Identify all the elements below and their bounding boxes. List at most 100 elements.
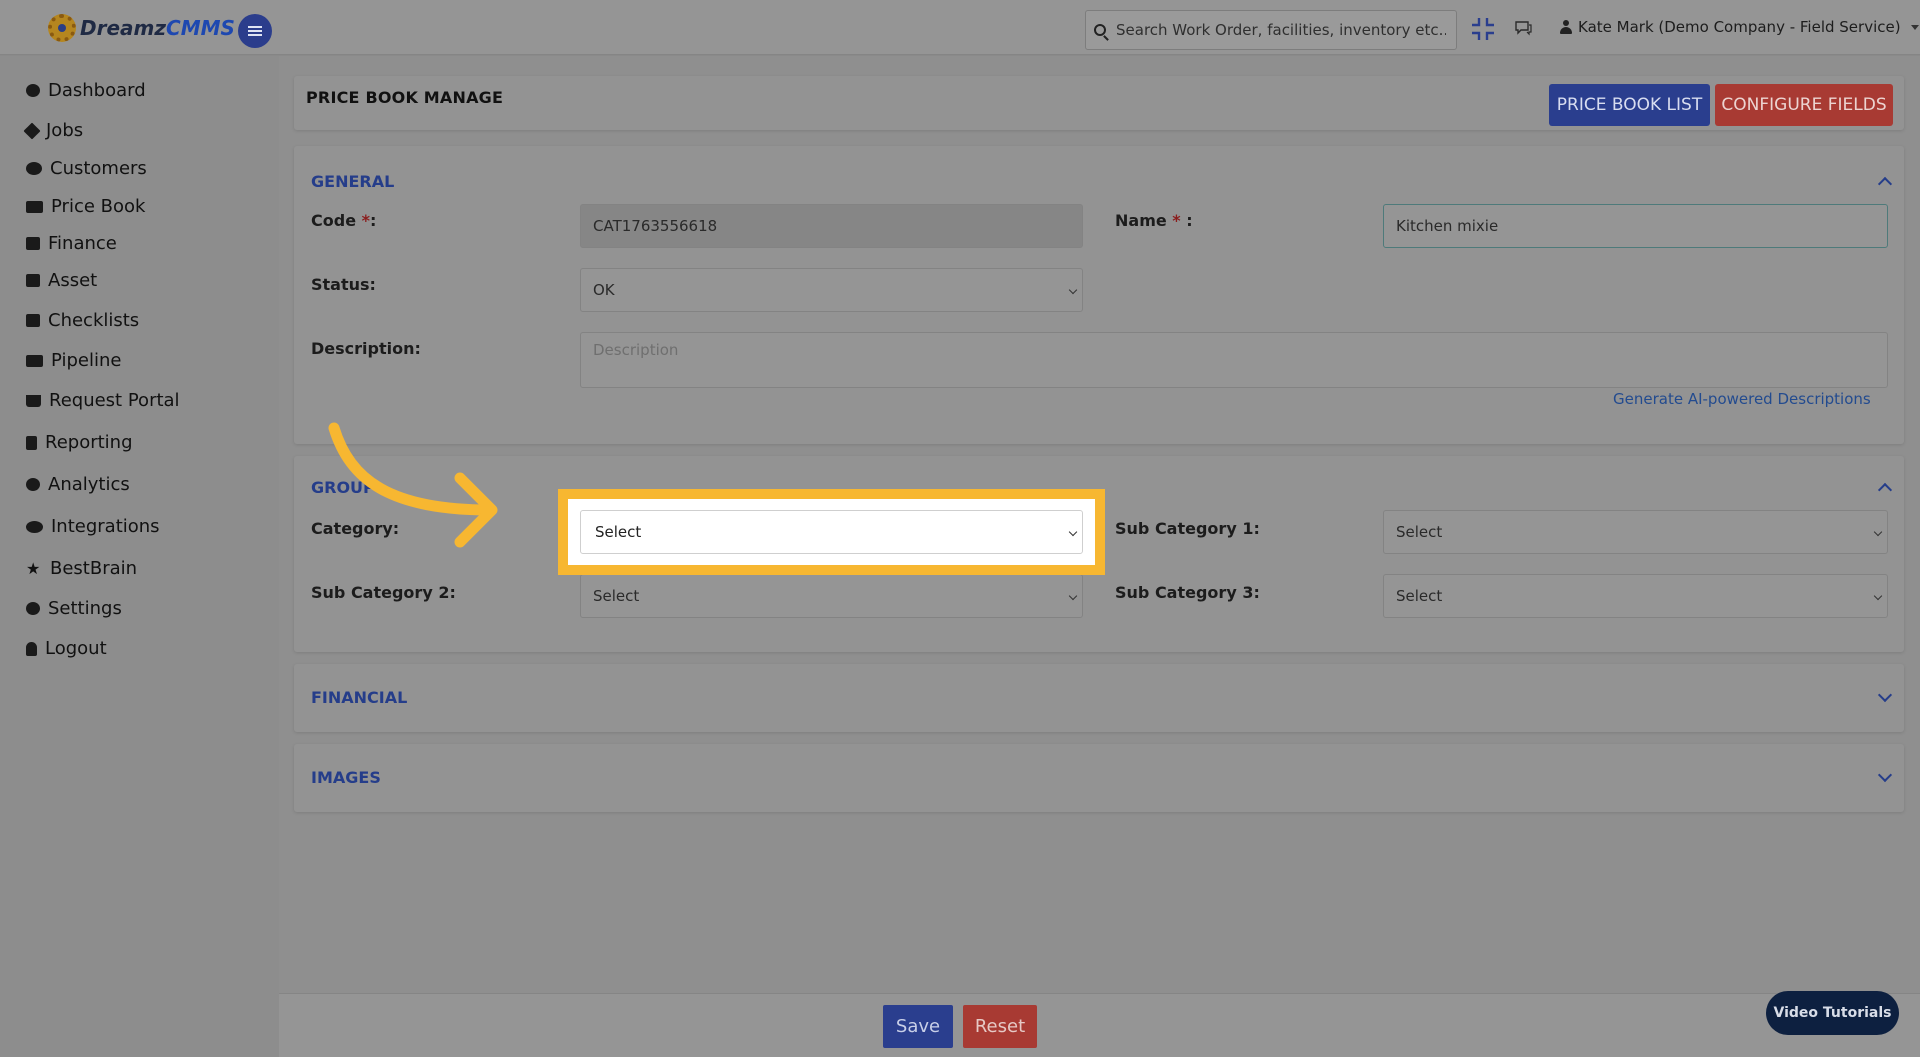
app-logo[interactable]: DreamzCMMS: [48, 14, 235, 42]
global-search: [1085, 10, 1457, 50]
configure-fields-button[interactable]: CONFIGURE FIELDS: [1715, 84, 1893, 126]
description-textarea[interactable]: Description: [580, 332, 1888, 388]
generate-ai-description-link[interactable]: Generate AI-powered Descriptions: [1613, 390, 1871, 408]
search-icon: [1094, 24, 1106, 36]
chevron-down-icon: [1068, 591, 1078, 601]
dashboard-icon: [26, 84, 40, 97]
price-book-list-button[interactable]: PRICE BOOK LIST: [1549, 84, 1710, 126]
reset-button[interactable]: Reset: [963, 1005, 1037, 1048]
save-button[interactable]: Save: [883, 1005, 953, 1048]
sidebar-item-label: Asset: [48, 270, 98, 291]
check-square-icon: [26, 237, 40, 250]
logo-text: DreamzCMMS: [80, 16, 235, 40]
search-input[interactable]: [1116, 21, 1446, 39]
financial-section[interactable]: FINANCIAL: [294, 664, 1904, 732]
cloud-icon: [26, 520, 43, 533]
sub-category-3-select[interactable]: Select: [1383, 574, 1888, 618]
sidebar-item-label: Pipeline: [51, 350, 122, 371]
chat-icon[interactable]: [1514, 20, 1532, 36]
status-select[interactable]: OK: [580, 268, 1083, 312]
code-label-text: Code: [311, 211, 357, 230]
sidebar-item-checklists[interactable]: Checklists: [26, 310, 139, 331]
sidebar-item-reporting[interactable]: Reporting: [26, 432, 133, 453]
chevron-down-icon[interactable]: [1877, 687, 1893, 703]
chevron-down-icon: [1068, 285, 1078, 295]
pointer-arrow-icon: [328, 422, 498, 548]
sidebar-item-asset[interactable]: Asset: [26, 270, 97, 291]
status-select-value: OK: [593, 281, 615, 299]
logo-prefix: Dreamz: [80, 16, 167, 40]
sidebar-item-analytics[interactable]: Analytics: [26, 474, 130, 495]
hamburger-icon: [248, 30, 262, 32]
sidebar-item-settings[interactable]: Settings: [26, 598, 122, 619]
collapse-grid-icon[interactable]: [1470, 16, 1496, 42]
gear-logo-icon: [48, 14, 76, 42]
category-select[interactable]: Select: [580, 510, 1083, 554]
sidebar-item-label: Finance: [48, 233, 117, 254]
sub-category-1-label: Sub Category 1:: [1115, 519, 1260, 538]
images-section[interactable]: IMAGES: [294, 744, 1904, 812]
top-bar: DreamzCMMS Kate Mark (Demo Company - Fie…: [0, 0, 1920, 55]
sidebar-item-bestbrain[interactable]: ★ BestBrain: [26, 558, 137, 579]
sidebar-item-label: Price Book: [51, 196, 146, 217]
wrench-icon: [23, 122, 41, 139]
cart-icon: [26, 394, 41, 407]
sidebar-item-finance[interactable]: Finance: [26, 233, 117, 254]
name-label-text: Name: [1115, 211, 1167, 230]
user-menu[interactable]: Kate Mark (Demo Company - Field Service): [1560, 18, 1919, 36]
form-footer: [279, 993, 1920, 1057]
gear-icon: [26, 602, 40, 615]
financial-section-title[interactable]: FINANCIAL: [311, 688, 407, 707]
sidebar: Dashboard Jobs Customers Price Book Fina…: [0, 56, 279, 1057]
sidebar-item-pipeline[interactable]: Pipeline: [26, 350, 121, 371]
sub-category-3-label: Sub Category 3:: [1115, 583, 1260, 602]
description-label: Description:: [311, 339, 421, 358]
chevron-down-icon: [1873, 591, 1883, 601]
hamburger-menu-button[interactable]: [238, 14, 272, 48]
sub-category-2-label: Sub Category 2:: [311, 583, 456, 602]
sidebar-item-label: Integrations: [51, 516, 160, 537]
file-icon: [26, 435, 37, 450]
name-label: Name * :: [1115, 211, 1193, 230]
sub-category-2-select[interactable]: Select: [580, 574, 1083, 618]
sidebar-item-customers[interactable]: Customers: [26, 158, 147, 179]
chevron-down-icon[interactable]: [1877, 767, 1893, 783]
category-select-value: Select: [595, 523, 642, 541]
sub-category-3-value: Select: [1396, 587, 1443, 605]
money-icon: [26, 200, 43, 213]
required-mark: *: [1172, 211, 1181, 230]
name-label-colon: :: [1180, 211, 1193, 230]
sidebar-item-label: Settings: [48, 598, 122, 619]
sub-category-2-value: Select: [593, 587, 640, 605]
sidebar-item-jobs[interactable]: Jobs: [23, 120, 83, 141]
user-icon: [1560, 20, 1572, 34]
sidebar-item-request-portal[interactable]: Request Portal: [26, 390, 180, 411]
sub-category-1-select[interactable]: Select: [1383, 510, 1888, 554]
sidebar-item-label: BestBrain: [50, 558, 138, 579]
check-square-icon: [26, 314, 40, 327]
star-icon: ★: [26, 559, 41, 578]
sidebar-item-label: Logout: [45, 638, 107, 659]
code-label-colon: :: [370, 211, 377, 230]
description-placeholder: Description: [593, 341, 679, 359]
chevron-down-icon: [1910, 24, 1919, 30]
sidebar-item-label: Reporting: [45, 432, 133, 453]
sidebar-item-integrations[interactable]: Integrations: [26, 516, 160, 537]
sidebar-item-dashboard[interactable]: Dashboard: [26, 80, 146, 101]
chevron-up-icon[interactable]: [1877, 176, 1893, 192]
user-icon: [26, 641, 37, 656]
dashboard-icon: [26, 478, 40, 491]
images-section-title[interactable]: IMAGES: [311, 768, 381, 787]
sidebar-item-label: Request Portal: [49, 390, 180, 411]
name-field[interactable]: Kitchen mixie: [1383, 204, 1888, 248]
sidebar-item-logout[interactable]: Logout: [26, 638, 107, 659]
general-section-title[interactable]: GENERAL: [311, 172, 394, 191]
code-field[interactable]: CAT1763556618: [580, 204, 1083, 248]
chevron-down-icon: [1873, 527, 1883, 537]
video-tutorials-button[interactable]: Video Tutorials: [1766, 991, 1899, 1035]
sidebar-item-label: Customers: [50, 158, 147, 179]
required-mark: *: [361, 211, 370, 230]
chevron-up-icon[interactable]: [1877, 482, 1893, 498]
code-label: Code *:: [311, 211, 376, 230]
sidebar-item-price-book[interactable]: Price Book: [26, 196, 145, 217]
